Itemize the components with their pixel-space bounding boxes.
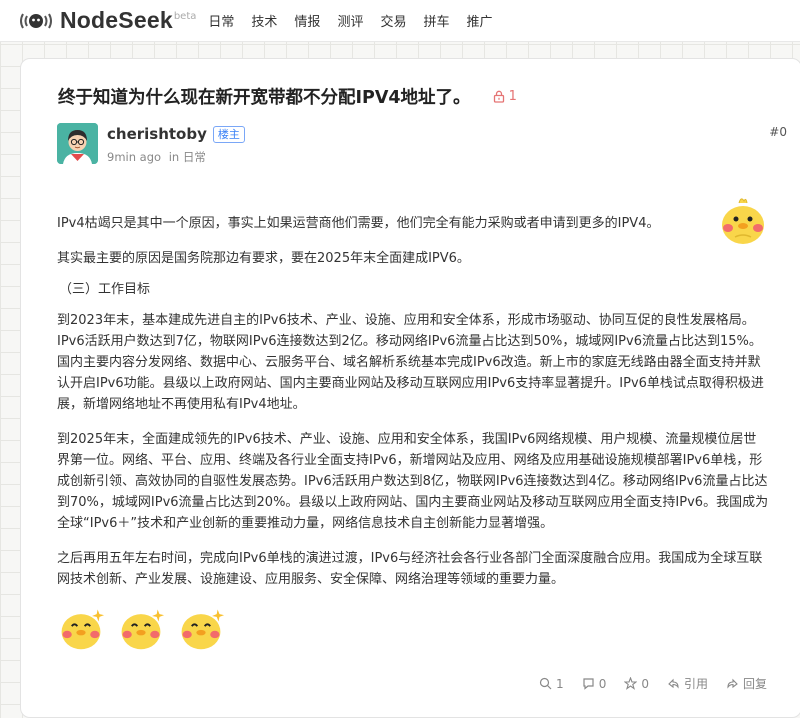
lock-count: 1 — [508, 89, 517, 104]
comment-icon — [583, 678, 594, 690]
reply-button[interactable]: 回复 — [726, 675, 767, 692]
floor-number[interactable]: #0 — [769, 125, 787, 139]
lock-indicator: 1 — [493, 89, 517, 104]
paragraph: 之后再用五年左右时间，完成向IPv6单栈的演进过渡，IPv6与经济社会各行业各部… — [57, 551, 763, 587]
star-count: 0 — [641, 676, 649, 691]
nav-item-trade[interactable]: 交易 — [380, 11, 406, 30]
main-nav: 日常 技术 情报 测评 交易 拼车 推广 — [208, 11, 509, 30]
logo-icon — [18, 10, 54, 32]
star-button[interactable]: 0 — [624, 677, 649, 691]
beta-label: beta — [173, 11, 197, 22]
post-content: IPv4枯竭只是其中一个原因，事实上如果运营商他们需要，他们完全有能力采购或者申… — [57, 198, 769, 659]
quote-label: 引用 — [683, 677, 708, 691]
nav-item-info[interactable]: 情报 — [294, 11, 320, 30]
site-logo[interactable]: NodeSeek beta — [18, 7, 196, 34]
like-button[interactable]: 1 — [539, 677, 564, 691]
reply-label: 回复 — [742, 677, 767, 691]
duck-emoji-row — [57, 604, 769, 659]
paragraph: IPv4枯竭只是其中一个原因，事实上如果运营商他们需要，他们完全有能力采购或者申… — [57, 216, 660, 231]
nav-item-carpool[interactable]: 拼车 — [423, 11, 449, 30]
nav-item-review[interactable]: 测评 — [337, 11, 363, 30]
paragraph: 到2023年末，基本建成先进自主的IPv6技术、产业、设施、应用和安全体系，形成… — [57, 313, 764, 412]
nav-item-tech[interactable]: 技术 — [251, 11, 277, 30]
nav-item-promo[interactable]: 推广 — [466, 11, 492, 30]
duck-emoji-icon — [117, 604, 165, 659]
post-card: 终于知道为什么现在新开宽带都不分配IPV4地址了。 1 cherishtoby … — [20, 58, 800, 718]
post-category[interactable]: 日常 — [183, 150, 206, 164]
post-title: 终于知道为什么现在新开宽带都不分配IPV4地址了。 1 — [58, 84, 517, 109]
post-title-text: 终于知道为什么现在新开宽带都不分配IPV4地址了。 — [58, 88, 471, 108]
duck-emoji-icon — [717, 195, 769, 254]
lock-icon — [493, 90, 504, 103]
avatar[interactable] — [57, 123, 98, 164]
op-badge: 楼主 — [212, 125, 245, 143]
section-heading: （三）工作目标 — [59, 282, 151, 297]
star-icon — [624, 677, 638, 690]
duck-emoji-icon — [57, 604, 105, 659]
nav-item-daily[interactable]: 日常 — [208, 11, 234, 30]
comment-count: 0 — [598, 676, 607, 691]
post-actions: 1 0 0 引用 回复 — [521, 675, 767, 692]
post-meta: 9min ago in 日常 — [107, 149, 206, 165]
reply-icon — [727, 678, 738, 689]
quote-icon — [668, 678, 679, 689]
like-icon — [539, 677, 552, 690]
paragraph: 其实最主要的原因是国务院那边有要求，要在2025年末全面建成IPV6。 — [57, 251, 470, 266]
top-navbar: NodeSeek beta 日常 技术 情报 测评 交易 拼车 推广 — [0, 0, 800, 42]
post-time: 9min ago — [107, 150, 162, 164]
quote-button[interactable]: 引用 — [667, 675, 708, 692]
paragraph: 到2025年末，全面建成领先的IPv6技术、产业、设施、应用和安全体系，我国IP… — [57, 432, 769, 531]
comment-button[interactable]: 0 — [582, 676, 607, 691]
meta-in: in — [168, 150, 180, 164]
like-count: 1 — [556, 676, 564, 691]
logo-text: NodeSeek — [60, 7, 173, 33]
author-name[interactable]: cherishtoby — [107, 125, 207, 143]
duck-emoji-icon — [177, 604, 225, 659]
author-line: cherishtoby 楼主 — [107, 125, 245, 143]
